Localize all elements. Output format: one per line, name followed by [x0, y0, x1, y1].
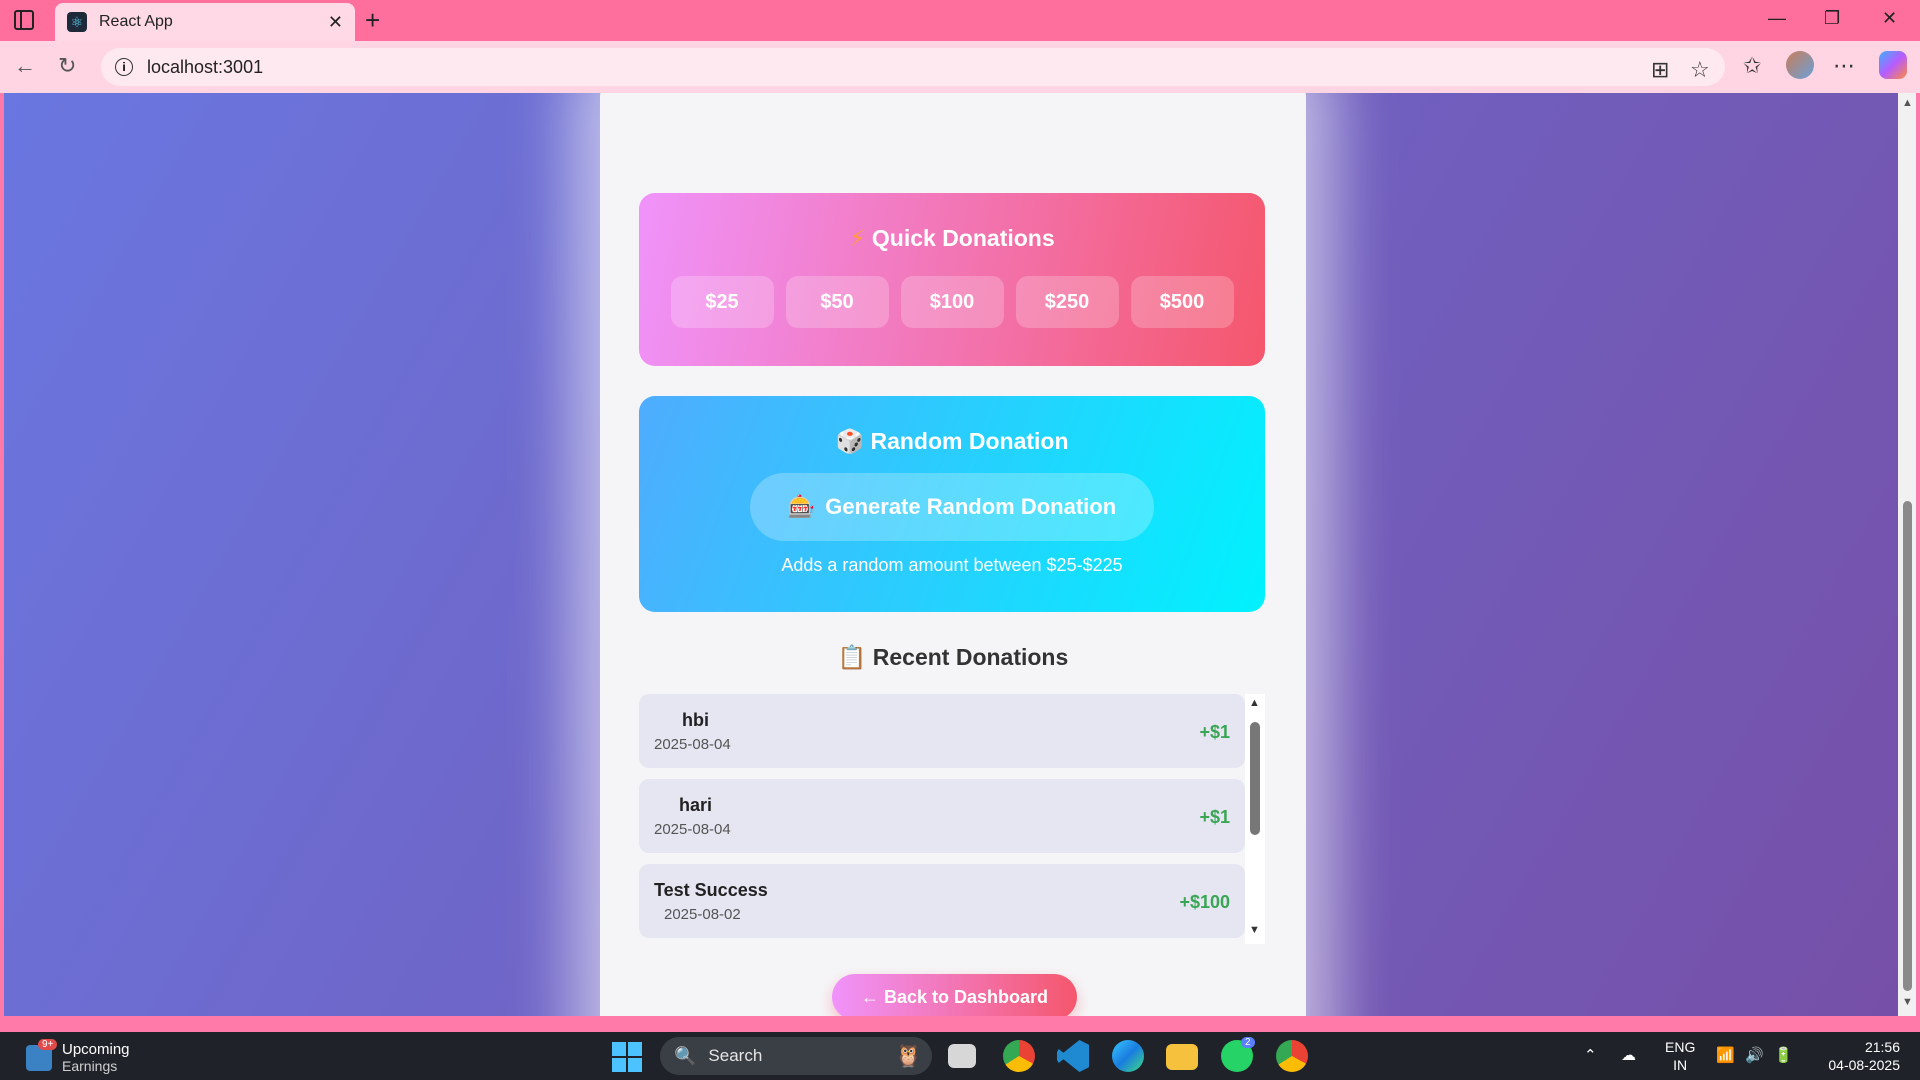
generate-button-label: Generate Random Donation: [825, 494, 1117, 519]
back-to-dashboard-button[interactable]: ← Back to Dashboard: [832, 974, 1077, 1016]
region-code: IN: [1673, 1057, 1688, 1073]
scroll-up-icon[interactable]: ▲: [1249, 697, 1260, 709]
donation-amount: +$1: [1199, 807, 1230, 827]
amount-button-100[interactable]: $100: [900, 276, 1004, 328]
quick-donations-panel: ⚡ Quick Donations $25 $50 $100 $250 $500: [639, 193, 1265, 366]
owl-icon: 🦉: [894, 1043, 922, 1068]
random-donation-heading: 🎲 Random Donation: [639, 428, 1265, 455]
random-donation-panel: 🎲 Random Donation 🎰 Generate Random Dona…: [639, 396, 1265, 612]
sidebar-toggle-icon[interactable]: [14, 10, 34, 30]
quick-amounts: $25 $50 $100 $250 $500: [639, 276, 1265, 328]
task-view-icon[interactable]: [948, 1044, 976, 1068]
quick-donations-title: Quick Donations: [871, 225, 1055, 251]
list-item: hari 2025-08-04 +$1: [639, 779, 1245, 853]
profile-avatar[interactable]: [1786, 51, 1814, 79]
refresh-icon[interactable]: ↻: [58, 53, 76, 79]
react-icon: ⚛: [67, 12, 87, 32]
edge-icon[interactable]: [1112, 1040, 1144, 1072]
donation-date: 2025-08-04: [654, 736, 731, 753]
file-explorer-icon[interactable]: [1166, 1044, 1198, 1070]
random-donation-note: Adds a random amount between $25-$225: [781, 555, 1123, 575]
lightning-icon: ⚡: [849, 225, 866, 251]
vscode-icon[interactable]: [1057, 1040, 1089, 1072]
scroll-down-icon[interactable]: ▼: [1249, 924, 1260, 936]
list-scroll-thumb[interactable]: [1250, 722, 1260, 835]
close-window-icon[interactable]: ✕: [1882, 8, 1897, 29]
slot-machine-icon: 🎰: [787, 494, 816, 519]
amount-button-25[interactable]: $25: [670, 276, 774, 328]
wifi-icon[interactable]: 📶: [1716, 1046, 1735, 1064]
more-options-icon[interactable]: ⋯: [1833, 53, 1855, 79]
clock-date: 04-08-2025: [1828, 1057, 1900, 1073]
donation-date: 2025-08-04: [654, 821, 731, 838]
taskbar-search[interactable]: 🔍 Search 🦉: [660, 1037, 932, 1075]
favorite-star-icon[interactable]: ☆: [1690, 57, 1710, 83]
search-label: Search: [708, 1046, 763, 1065]
favorites-icon[interactable]: ✩: [1743, 53, 1761, 79]
donor-name: hbi: [682, 710, 709, 730]
random-donation-title: Random Donation: [870, 428, 1069, 454]
donation-card: ⚡ Quick Donations $25 $50 $100 $250 $500…: [600, 93, 1306, 1016]
battery-icon[interactable]: 🔋: [1774, 1046, 1793, 1064]
site-info-icon[interactable]: i: [115, 58, 133, 76]
widget-icon: 9+: [26, 1039, 58, 1071]
page-viewport: ⚡ Quick Donations $25 $50 $100 $250 $500…: [4, 93, 1898, 1016]
whatsapp-badge: 2: [1241, 1037, 1255, 1048]
donation-amount: +$100: [1179, 892, 1230, 912]
amount-button-50[interactable]: $50: [785, 276, 889, 328]
windows-start-icon[interactable]: [612, 1042, 642, 1072]
list-scrollbar[interactable]: ▲ ▼: [1245, 694, 1265, 944]
quick-donations-heading: ⚡ Quick Donations: [639, 225, 1265, 252]
donor-name: hari: [679, 795, 713, 815]
amount-button-500[interactable]: $500: [1130, 276, 1234, 328]
page-scroll-up-icon[interactable]: ▲: [1902, 97, 1913, 109]
dice-icon: 🎲: [835, 428, 865, 454]
donor-name: Test Success: [654, 880, 768, 900]
browser-tab[interactable]: ⚛ React App ✕: [55, 3, 355, 41]
recent-donations-list[interactable]: hbi 2025-08-04 +$1 hari 2025-08-04 +$1 T…: [639, 694, 1265, 944]
recent-donations-title: Recent Donations: [872, 644, 1069, 670]
page-scroll-down-icon[interactable]: ▼: [1902, 996, 1913, 1008]
chrome-profile-icon[interactable]: [1276, 1040, 1308, 1072]
search-icon: 🔍: [674, 1045, 697, 1066]
app-available-icon[interactable]: ⊞: [1651, 57, 1669, 83]
list-item: hbi 2025-08-04 +$1: [639, 694, 1245, 768]
generate-random-donation-button[interactable]: 🎰 Generate Random Donation: [750, 473, 1154, 541]
language-indicator[interactable]: ENG IN: [1665, 1038, 1695, 1074]
volume-icon[interactable]: 🔊: [1745, 1046, 1764, 1064]
list-item: Test Success 2025-08-02 +$100: [639, 864, 1245, 938]
widgets-button[interactable]: 9+ Upcoming Earnings: [26, 1039, 130, 1075]
page-scroll-thumb[interactable]: [1903, 501, 1912, 991]
widget-subtitle: Earnings: [62, 1058, 118, 1074]
address-bar[interactable]: i localhost:3001 ⊞ ☆: [101, 48, 1725, 86]
back-icon[interactable]: ←: [14, 53, 36, 79]
clipboard-icon: 📋: [837, 644, 867, 670]
clock[interactable]: 21:56 04-08-2025: [1810, 1038, 1900, 1074]
copilot-icon[interactable]: [1879, 51, 1907, 79]
onedrive-icon[interactable]: ☁: [1621, 1046, 1636, 1064]
widget-badge: 9+: [38, 1039, 58, 1050]
donation-date: 2025-08-02: [664, 906, 741, 923]
chrome-icon[interactable]: [1003, 1040, 1035, 1072]
tray-overflow-icon[interactable]: ⌃: [1584, 1046, 1597, 1064]
page-scrollbar[interactable]: ▲ ▼: [1898, 93, 1916, 1016]
windows-taskbar: 9+ Upcoming Earnings 🔍 Search 🦉 2 ⌃ ☁ EN…: [0, 1032, 1920, 1080]
amount-button-250[interactable]: $250: [1015, 276, 1119, 328]
new-tab-icon[interactable]: +: [365, 5, 380, 36]
tab-title: React App: [99, 13, 173, 30]
donation-amount: +$1: [1199, 722, 1230, 742]
browser-titlebar: ⚛ React App ✕ + — ❐ ✕: [0, 0, 1920, 41]
minimize-icon[interactable]: —: [1768, 8, 1786, 29]
language-code: ENG: [1665, 1039, 1696, 1055]
close-tab-icon[interactable]: ✕: [328, 12, 343, 33]
browser-toolbar: ← ↻ i localhost:3001 ⊞ ☆ ✩ ⋯: [0, 41, 1920, 93]
restore-icon[interactable]: ❐: [1824, 8, 1840, 29]
url-text[interactable]: localhost:3001: [147, 57, 263, 78]
recent-donations-heading: 📋 Recent Donations: [600, 644, 1306, 671]
clock-time: 21:56: [1864, 1039, 1900, 1055]
widget-title: Upcoming: [62, 1041, 130, 1058]
